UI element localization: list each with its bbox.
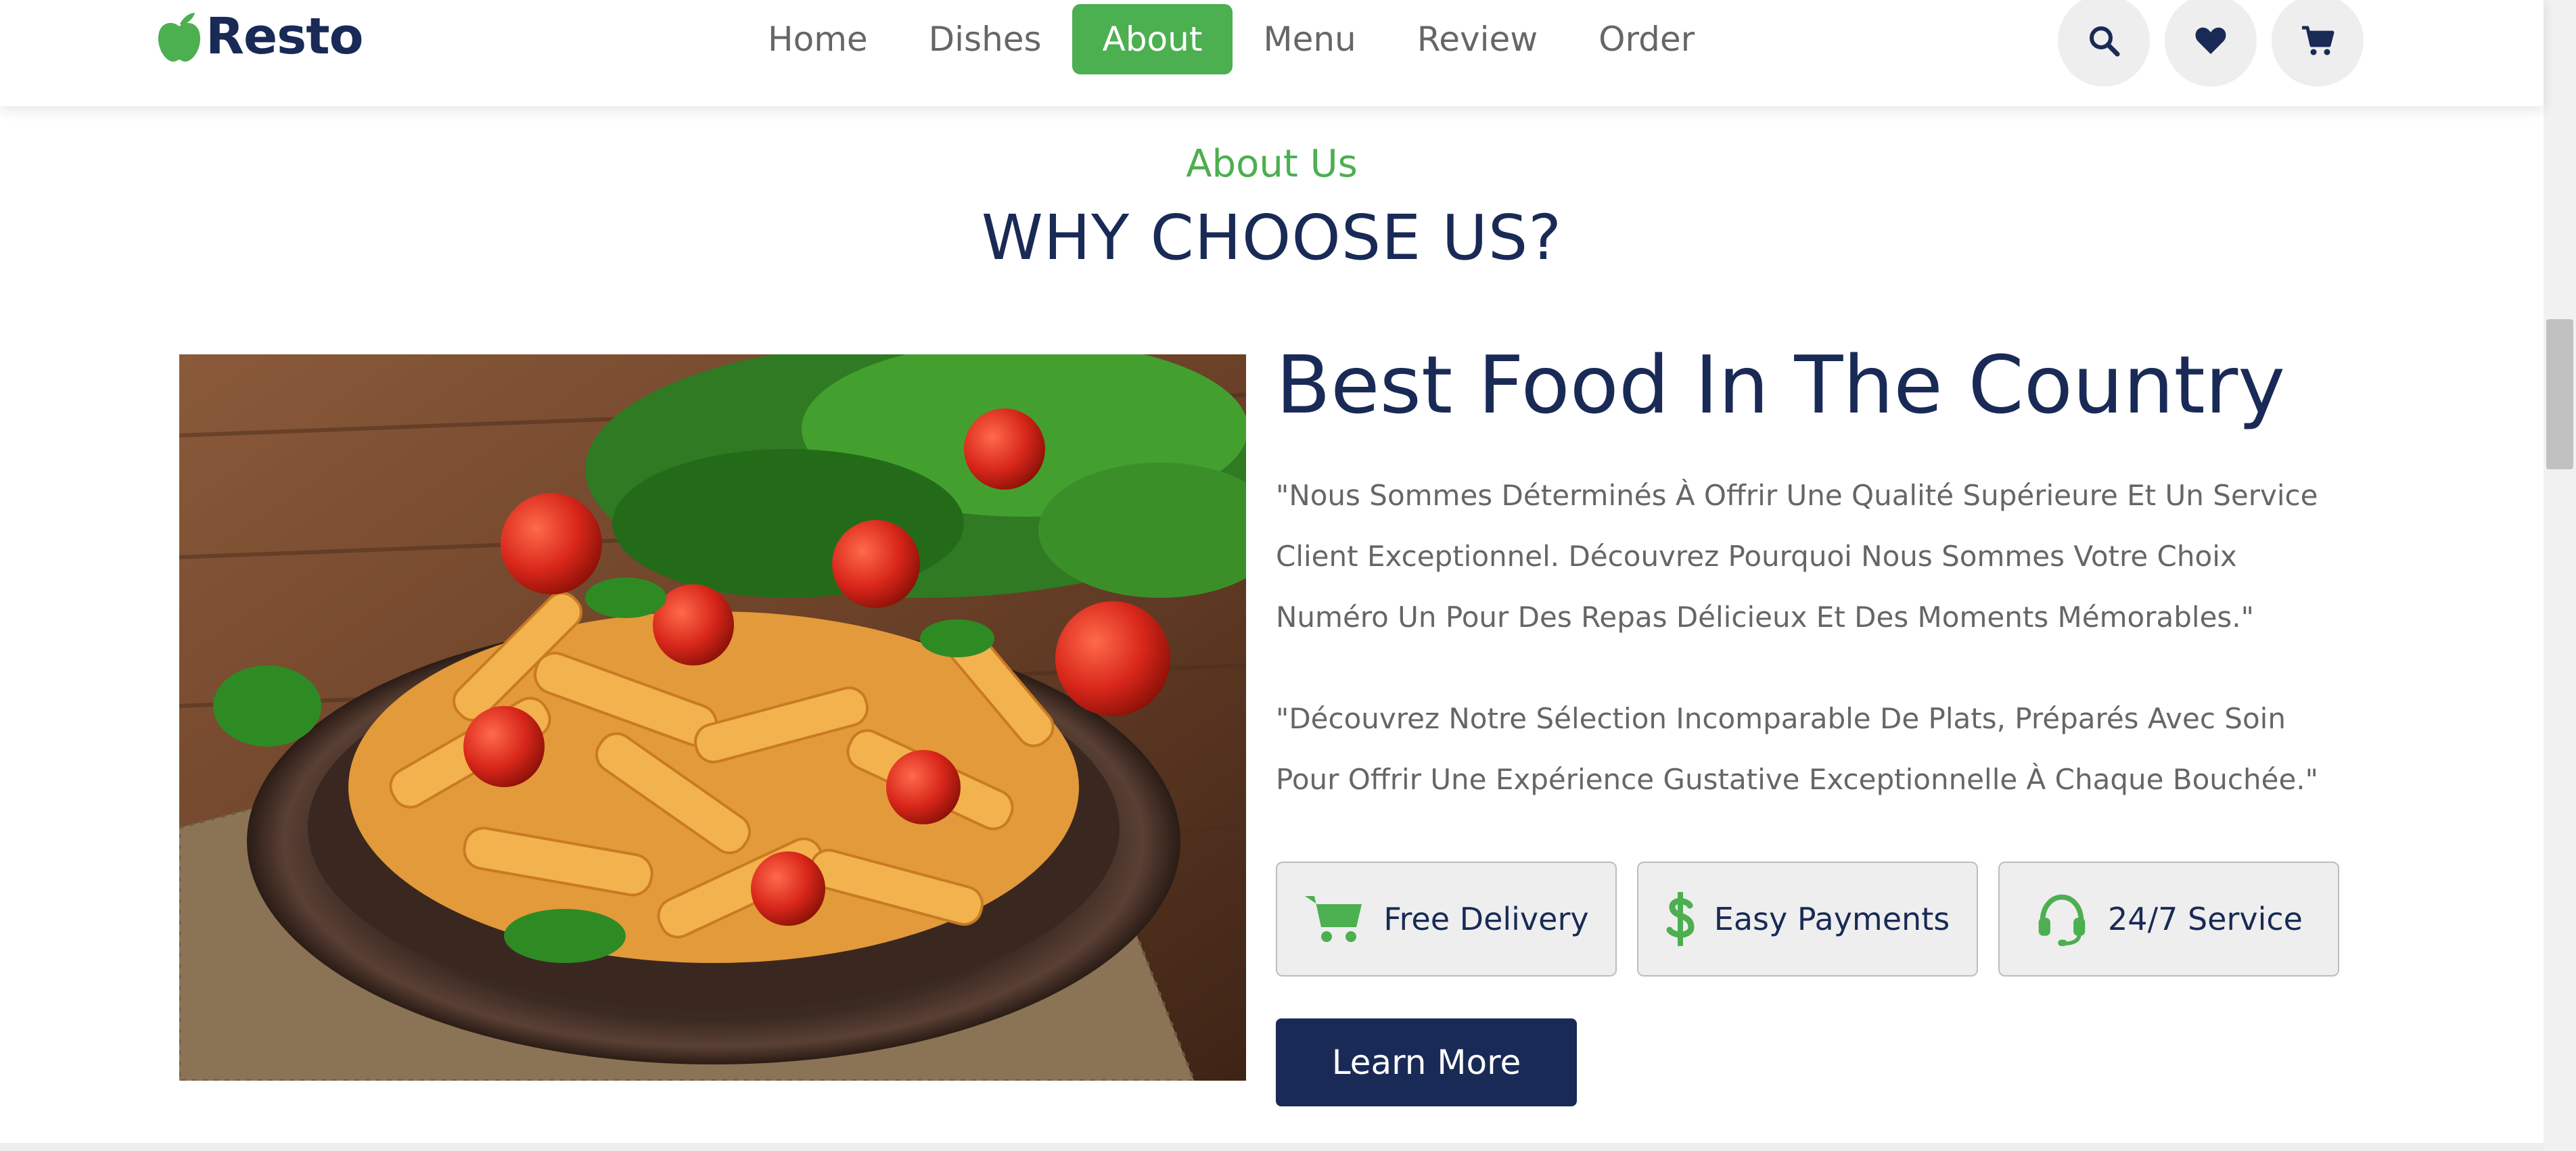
cart-icon [2302, 26, 2334, 55]
scrollbar-thumb[interactable] [2546, 319, 2573, 469]
apple-icon [158, 13, 200, 62]
headset-icon [2038, 894, 2086, 946]
feature-24-7-service: 24/7 Service [1998, 862, 2339, 977]
logo[interactable]: Resto [156, 7, 363, 66]
nav-review[interactable]: Review [1387, 4, 1568, 74]
feature-easy-payments: Easy Payments [1637, 862, 1978, 977]
nav-home[interactable]: Home [737, 4, 898, 74]
about-paragraph-1: "Nous Sommes Déterminés À Offrir Une Qua… [1276, 479, 2318, 634]
main-nav: Home Dishes About Menu Review Order [737, 4, 1725, 74]
section-subheading: About Us [1186, 142, 1358, 186]
heart-icon [2195, 27, 2226, 54]
dollar-icon [1666, 892, 1695, 946]
features-row: Free Delivery Easy Payments 24/7 Service [1276, 862, 2360, 977]
nav-dishes[interactable]: Dishes [898, 4, 1072, 74]
favorites-button[interactable] [2165, 0, 2257, 87]
about-title: Best Food In The Country [1276, 338, 2286, 431]
scrollbar-track[interactable] [2544, 0, 2576, 1151]
section-divider [0, 1143, 2544, 1151]
learn-more-button[interactable]: Learn More [1276, 1018, 1577, 1106]
feature-label: Free Delivery [1383, 901, 1589, 937]
nav-order[interactable]: Order [1568, 4, 1725, 74]
nav-about[interactable]: About [1072, 4, 1233, 74]
feature-free-delivery: Free Delivery [1276, 862, 1617, 977]
section-heading: WHY CHOOSE US? [981, 202, 1563, 274]
about-paragraph-2: "Découvrez Notre Sélection Incomparable … [1276, 702, 2318, 796]
nav-menu[interactable]: Menu [1233, 4, 1386, 74]
brand-name: Resto [206, 7, 363, 66]
pasta-dish-image [179, 354, 1246, 1081]
site-header: Resto Home Dishes About Menu Review Orde… [0, 0, 2544, 106]
feature-label: Easy Payments [1714, 901, 1950, 937]
cart-button[interactable] [2272, 0, 2364, 87]
header-icons [2058, 0, 2378, 87]
search-button[interactable] [2058, 0, 2150, 87]
search-icon [2090, 26, 2120, 57]
feature-label: 24/7 Service [2108, 901, 2303, 937]
shopping-cart-icon [1305, 896, 1362, 942]
